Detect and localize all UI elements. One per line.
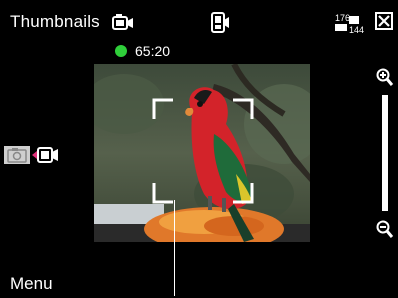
camera-viewfinder[interactable]	[94, 64, 310, 242]
resolution-bottom-label: 144	[349, 25, 364, 35]
close-icon[interactable]	[375, 12, 393, 30]
focus-indicator-line	[174, 200, 175, 296]
zoom-out-icon[interactable]	[376, 220, 394, 240]
zoom-slider[interactable]	[382, 95, 388, 211]
recording-indicator-icon	[115, 45, 127, 57]
resolution-top-label: 176	[335, 13, 350, 23]
mode-switch-graphic	[4, 146, 58, 164]
recording-status: 65:20	[115, 42, 170, 60]
video-camera-icon[interactable]	[112, 14, 134, 32]
page-title: Thumbnails	[10, 12, 100, 31]
top-bar: Thumbnails 176 144	[0, 0, 398, 40]
recording-time: 65:20	[135, 43, 171, 59]
resolution-icon[interactable]: 176 144	[334, 12, 368, 36]
focus-frame	[152, 98, 254, 204]
zoom-in-icon[interactable]	[376, 68, 394, 88]
camera-mode-switch[interactable]	[4, 143, 60, 167]
menu-softkey[interactable]: Menu	[10, 274, 53, 294]
camcorder-mode-icon[interactable]	[210, 12, 230, 34]
